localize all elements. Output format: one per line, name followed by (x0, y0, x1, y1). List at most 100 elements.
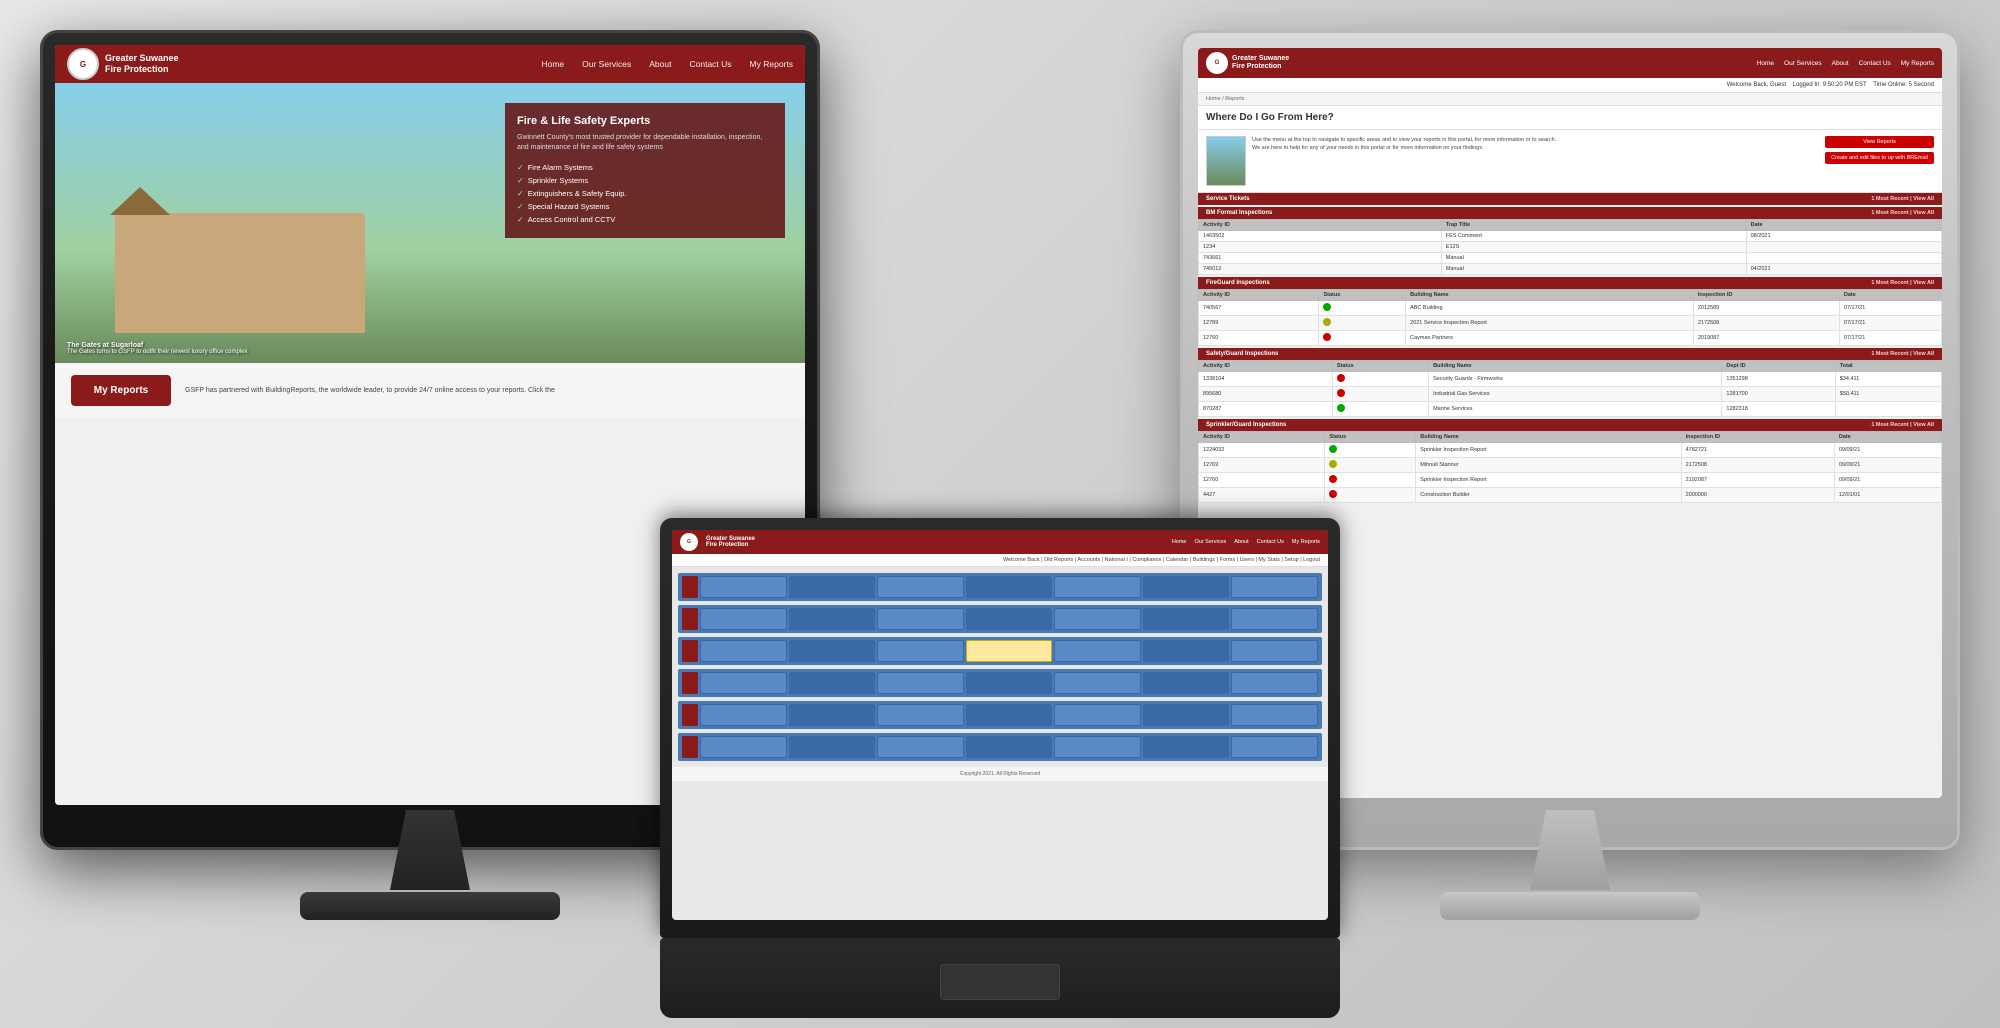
report-cell[interactable] (789, 672, 876, 694)
left-logo-circle: G (67, 48, 99, 80)
report-cell[interactable] (1054, 672, 1141, 694)
right-nav-contact[interactable]: Contact Us (1859, 60, 1891, 67)
laptop-welcome-bar: Welcome Back | Old Reports | Accounts | … (672, 554, 1328, 567)
sp-col-id: Activity ID (1199, 432, 1325, 443)
right-nav-services[interactable]: Our Services (1784, 60, 1822, 67)
report-cell[interactable] (1231, 672, 1318, 694)
report-cell[interactable] (700, 576, 787, 598)
building-shape (115, 213, 365, 333)
table-row: 1338104 Security Guards - Firmworks 1351… (1199, 372, 1942, 387)
fireguard-link[interactable]: 1 Most Recent | View All (1871, 280, 1934, 286)
sprinkler-link[interactable]: 1 Most Recent | View All (1871, 422, 1934, 428)
report-cell[interactable] (966, 704, 1053, 726)
report-cell[interactable] (877, 736, 964, 758)
laptop: G Greater Suwanee Fire Protection Home O… (660, 518, 1340, 1018)
report-cell[interactable] (877, 640, 964, 662)
report-cell[interactable] (877, 704, 964, 726)
safety-guard-link[interactable]: 1 Most Recent | View All (1871, 351, 1934, 357)
report-row-label-1 (682, 576, 698, 598)
fg-col-status: Status (1319, 290, 1406, 301)
my-reports-button[interactable]: My Reports (71, 375, 171, 406)
laptop-nav-about[interactable]: About (1234, 539, 1248, 545)
report-cell[interactable] (1143, 672, 1230, 694)
report-cell[interactable] (1143, 576, 1230, 598)
report-cell[interactable] (1054, 736, 1141, 758)
report-cell[interactable] (700, 672, 787, 694)
intro-text: Use the menu at the top to navigate to s… (1252, 136, 1819, 153)
table-row: 743661 Manual (1199, 253, 1942, 264)
right-nav-about[interactable]: About (1832, 60, 1849, 67)
bm-inspections-table: Activity ID Trap Title Date 1463502 FES … (1198, 219, 1942, 275)
report-cell[interactable] (966, 672, 1053, 694)
report-cell[interactable] (877, 576, 964, 598)
laptop-nav-contact[interactable]: Contact Us (1257, 539, 1284, 545)
sg-col-building: Building Name (1429, 361, 1722, 372)
hero-caption: The Gates at Sugarloaf The Gates turns t… (67, 342, 248, 355)
report-cell[interactable] (1231, 608, 1318, 630)
fg-col-building: Building Name (1406, 290, 1694, 301)
report-cell[interactable] (700, 736, 787, 758)
report-cell[interactable] (966, 608, 1053, 630)
right-navbar: G Greater Suwanee Fire Protection Home O… (1198, 48, 1942, 78)
status-dot-green (1329, 445, 1337, 453)
intro-btn-1[interactable]: View Reports (1825, 136, 1934, 148)
nav-about[interactable]: About (649, 59, 671, 69)
report-cell[interactable] (966, 736, 1053, 758)
report-cell[interactable] (700, 704, 787, 726)
feature-access-control: ✓ Access Control and CCTV (517, 213, 773, 226)
report-cell[interactable] (1231, 576, 1318, 598)
right-nav-reports[interactable]: My Reports (1901, 60, 1934, 67)
right-nav-home[interactable]: Home (1757, 60, 1774, 67)
report-cell[interactable] (1231, 704, 1318, 726)
report-row-label-3 (682, 640, 698, 662)
laptop-nav-reports[interactable]: My Reports (1292, 539, 1320, 545)
table-row: 12760 Cayman Partners 2019087 07/17/21 (1199, 331, 1942, 346)
report-cell[interactable] (789, 608, 876, 630)
nav-my-reports[interactable]: My Reports (750, 59, 793, 69)
service-tickets-link[interactable]: 1 Most Recent | View All (1871, 196, 1934, 202)
nav-home[interactable]: Home (541, 59, 564, 69)
service-tickets-header: Service Tickets 1 Most Recent | View All (1198, 193, 1942, 205)
laptop-trackpad[interactable] (940, 964, 1060, 1000)
report-cell[interactable] (1054, 640, 1141, 662)
laptop-nav-home[interactable]: Home (1172, 539, 1187, 545)
sp-col-date: Date (1834, 432, 1941, 443)
report-cell[interactable] (1143, 704, 1230, 726)
table-row: 1224032 Sprinkler Inspection Report 4782… (1199, 443, 1942, 458)
report-cell[interactable] (1143, 608, 1230, 630)
report-cell[interactable] (966, 576, 1053, 598)
report-cell[interactable] (1054, 576, 1141, 598)
bm-col-id: Activity ID (1199, 220, 1442, 231)
status-dot-red (1323, 333, 1331, 341)
report-cell-highlight[interactable] (966, 640, 1053, 662)
laptop-nav-services[interactable]: Our Services (1194, 539, 1226, 545)
report-cell[interactable] (789, 704, 876, 726)
table-row: 12769 Mihnull Stannur 2172508 09/09/21 (1199, 458, 1942, 473)
nav-our-services[interactable]: Our Services (582, 59, 631, 69)
report-cell[interactable] (1231, 736, 1318, 758)
report-cell[interactable] (789, 576, 876, 598)
sprinkler-header: Sprinkler/Guard Inspections 1 Most Recen… (1198, 419, 1942, 431)
report-cell[interactable] (700, 608, 787, 630)
report-cell[interactable] (1231, 640, 1318, 662)
report-cell[interactable] (1143, 640, 1230, 662)
bm-inspections-link[interactable]: 1 Most Recent | View All (1871, 210, 1934, 216)
welcome-bar: Welcome Back, Guest Logged In: 9:50:20 P… (1198, 78, 1942, 93)
nav-contact-us[interactable]: Contact Us (689, 59, 731, 69)
sg-col-dept-id: Dept ID (1722, 361, 1835, 372)
report-cell[interactable] (1054, 608, 1141, 630)
hero-section: The Gates at Sugarloaf The Gates turns t… (55, 83, 805, 363)
building-roof (110, 187, 170, 215)
report-cell[interactable] (877, 672, 964, 694)
report-cell[interactable] (1054, 704, 1141, 726)
report-cell[interactable] (789, 736, 876, 758)
report-cell[interactable] (877, 608, 964, 630)
right-logo-text: Greater Suwanee Fire Protection (1232, 55, 1289, 72)
fireguard-header: FireGuard Inspections 1 Most Recent | Vi… (1198, 277, 1942, 289)
intro-btn-2[interactable]: Create and edit files to up with BREmail (1825, 152, 1934, 164)
fg-col-inspection-id: Inspection ID (1693, 290, 1839, 301)
report-cell[interactable] (1143, 736, 1230, 758)
report-cell[interactable] (789, 640, 876, 662)
feature-fire-alarm: ✓ Fire Alarm Systems (517, 161, 773, 174)
report-cell[interactable] (700, 640, 787, 662)
